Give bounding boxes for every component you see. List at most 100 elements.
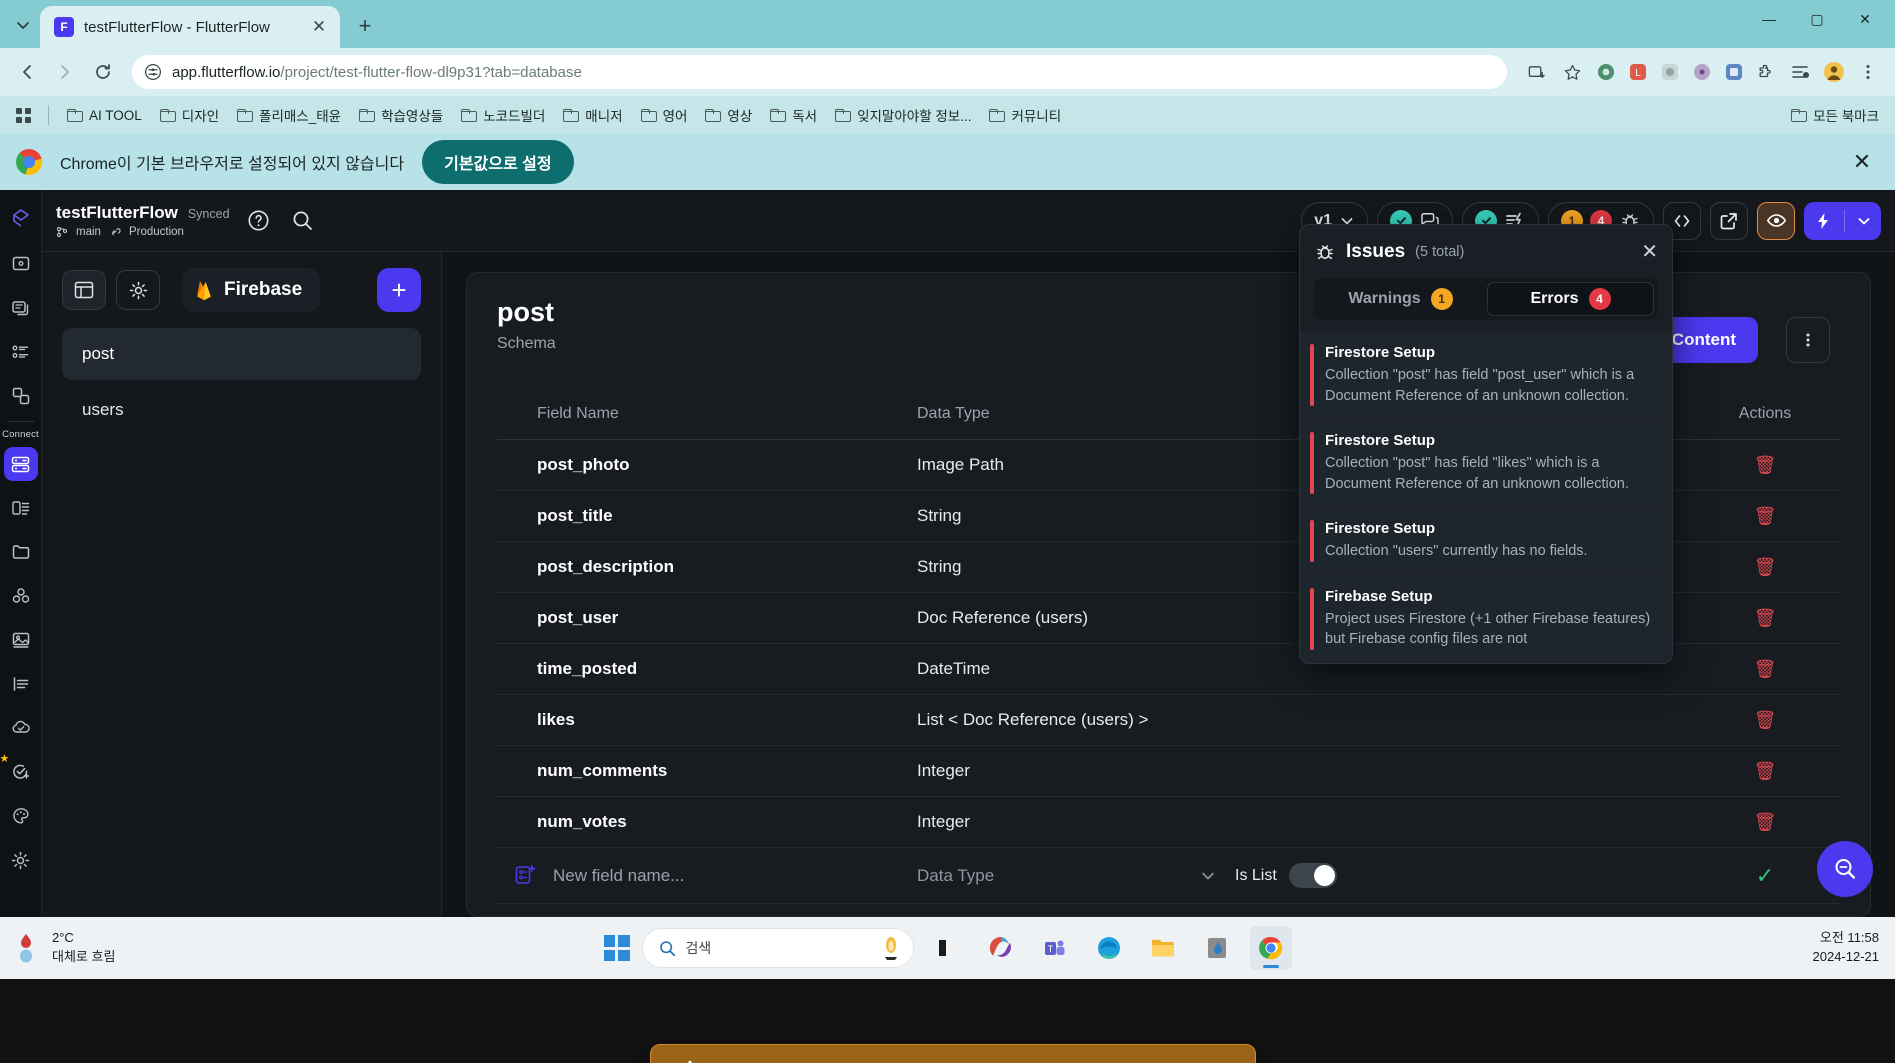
weather-widget[interactable]: 2°C 대체로 흐림 — [16, 929, 115, 967]
tab-errors[interactable]: Errors 4 — [1487, 282, 1654, 316]
delete-field-button[interactable]: 🗑 — [1690, 557, 1840, 578]
add-collection-button[interactable]: + — [377, 268, 421, 312]
delete-field-button[interactable]: 🗑 — [1690, 506, 1840, 527]
set-default-browser-button[interactable]: 기본값으로 설정 — [422, 140, 574, 184]
extensions-puzzle-icon[interactable] — [1751, 57, 1781, 87]
preview-toggle-button[interactable] — [1757, 201, 1795, 240]
reload-icon[interactable] — [86, 55, 120, 89]
bookmark-item[interactable]: 영어 — [633, 101, 696, 129]
reading-list-icon[interactable] — [1783, 55, 1817, 89]
new-tab-button[interactable]: + — [348, 9, 382, 43]
close-tab-icon[interactable]: ✕ — [308, 16, 330, 38]
forward-icon[interactable] — [48, 55, 82, 89]
issue-item[interactable]: Firestore Setup Collection "post" has fi… — [1300, 419, 1672, 508]
search-icon[interactable] — [288, 206, 318, 236]
delete-field-button[interactable]: 🗑 — [1690, 659, 1840, 680]
close-issues-icon[interactable]: ✕ — [1641, 239, 1658, 264]
bookmark-item[interactable]: 커뮤니티 — [981, 101, 1069, 129]
new-field-name-input[interactable]: New field name... — [553, 866, 684, 886]
firebase-project-chip[interactable]: Firebase — [182, 268, 321, 312]
sidebar-item-widget-palette[interactable] — [4, 291, 38, 325]
extension-icon-5[interactable] — [1719, 57, 1749, 87]
firestore-settings-button[interactable] — [116, 270, 160, 310]
run-options-chevron-icon[interactable] — [1851, 213, 1877, 229]
sidebar-item-components[interactable] — [4, 379, 38, 413]
help-support-fab[interactable] — [1817, 841, 1873, 897]
is-list-toggle[interactable] — [1288, 863, 1337, 888]
bookmark-item[interactable]: 매니저 — [555, 101, 630, 129]
extension-icon-3[interactable] — [1655, 57, 1685, 87]
sidebar-item-assets[interactable] — [4, 623, 38, 657]
delete-field-button[interactable]: 🗑 — [1690, 761, 1840, 782]
sidebar-item-media-folder[interactable] — [4, 535, 38, 569]
bookmark-item[interactable]: 디자인 — [152, 101, 227, 129]
taskbar-app-file-explorer[interactable] — [1142, 926, 1184, 970]
tab-warnings[interactable]: Warnings 1 — [1318, 282, 1483, 316]
sidebar-item-integrations[interactable] — [4, 579, 38, 613]
all-bookmarks-item[interactable]: 모든 북마크 — [1783, 101, 1887, 129]
bookmark-item[interactable]: 독서 — [762, 101, 825, 129]
sidebar-item-theme[interactable] — [4, 799, 38, 833]
address-bar[interactable]: app.flutterflow.io/project/test-flutter-… — [132, 55, 1507, 89]
open-preview-button[interactable] — [1710, 201, 1748, 240]
toast-android-config[interactable]: Firebase Android configuration file has … — [650, 1044, 1256, 1063]
taskbar-app-chrome[interactable] — [1249, 926, 1292, 970]
install-app-icon[interactable] — [1519, 55, 1553, 89]
issue-item[interactable]: Firebase Setup Project uses Firestore (+… — [1300, 574, 1672, 664]
delete-field-button[interactable]: 🗑 — [1690, 608, 1840, 629]
sidebar-item-tests[interactable]: ★ — [0, 753, 38, 789]
taskbar-app-explorer-dark[interactable] — [926, 926, 968, 970]
new-field-row[interactable]: New field name... Data Type Is List ✓ — [497, 848, 1840, 904]
schema-more-options-button[interactable] — [1786, 317, 1830, 363]
delete-field-button[interactable]: 🗑 — [1690, 710, 1840, 731]
table-row[interactable]: num_votes Integer 🗑 — [497, 797, 1840, 848]
close-window-button[interactable]: ✕ — [1843, 4, 1887, 34]
bookmark-item[interactable]: 영상 — [697, 101, 760, 129]
issue-item[interactable]: Firestore Setup Collection "post" has fi… — [1300, 332, 1672, 420]
taskbar-app-teams[interactable]: T — [1034, 926, 1076, 970]
branch-environment-row[interactable]: main Production — [56, 226, 230, 238]
taskbar-app-edge[interactable] — [1088, 926, 1130, 970]
delete-field-button[interactable]: 🗑 — [1690, 455, 1840, 476]
bookmark-item[interactable]: 노코드빌더 — [453, 101, 553, 129]
sidebar-item-deploy[interactable] — [4, 711, 38, 745]
back-icon[interactable] — [10, 55, 44, 89]
browser-tab[interactable]: F testFlutterFlow - FlutterFlow ✕ — [40, 6, 340, 48]
sidebar-item-database[interactable] — [3, 447, 38, 481]
minimize-window-button[interactable]: — — [1747, 4, 1791, 34]
apps-grid-icon[interactable] — [8, 101, 38, 129]
taskbar-app-browser[interactable] — [980, 926, 1022, 970]
flutterflow-logo-icon[interactable] — [1, 194, 41, 242]
delete-field-button[interactable]: 🗑 — [1690, 812, 1840, 833]
profile-avatar[interactable] — [1819, 57, 1849, 87]
taskbar-search[interactable]: 검색 — [641, 928, 914, 968]
schema-view-button[interactable] — [62, 270, 106, 310]
sidebar-item-app-state[interactable] — [4, 491, 38, 525]
start-button[interactable] — [603, 935, 630, 961]
sidebar-item-widget-tree[interactable] — [4, 335, 38, 369]
help-circle-icon[interactable] — [244, 206, 274, 236]
extension-icon-4[interactable] — [1687, 57, 1717, 87]
bookmark-item[interactable]: 학습영상들 — [351, 101, 451, 129]
sidebar-item-page-selector[interactable] — [4, 247, 38, 281]
taskbar-clock[interactable]: 오전 11:58 2024-12-21 — [1813, 929, 1880, 967]
collection-item-users[interactable]: users — [62, 384, 421, 436]
sidebar-item-local-state[interactable] — [4, 667, 38, 701]
issue-item[interactable]: Firestore Setup Collection "users" curre… — [1300, 507, 1672, 575]
taskbar-app-misc[interactable] — [1196, 926, 1238, 970]
extension-icon-1[interactable] — [1591, 57, 1621, 87]
is-list-toggle-group[interactable]: Is List — [1235, 863, 1337, 888]
table-row[interactable]: likes List < Doc Reference (users) > 🗑 — [497, 695, 1840, 746]
bookmark-item[interactable]: 잊지말아야할 정보... — [827, 101, 979, 129]
data-type-select[interactable]: Data Type — [917, 866, 1217, 886]
bookmark-item[interactable]: AI TOOL — [59, 104, 150, 127]
table-row[interactable]: num_comments Integer 🗑 — [497, 746, 1840, 797]
extension-icon-2[interactable]: L — [1623, 57, 1653, 87]
close-infobar-icon[interactable]: ✕ — [1847, 147, 1877, 177]
chrome-menu-icon[interactable] — [1851, 55, 1885, 89]
bookmark-star-icon[interactable] — [1555, 55, 1589, 89]
sidebar-item-settings[interactable] — [4, 843, 38, 877]
tab-search-chevron-icon[interactable] — [6, 8, 40, 42]
maximize-window-button[interactable]: ▢ — [1795, 4, 1839, 34]
bookmark-item[interactable]: 폴리매스_태윤 — [229, 101, 349, 129]
